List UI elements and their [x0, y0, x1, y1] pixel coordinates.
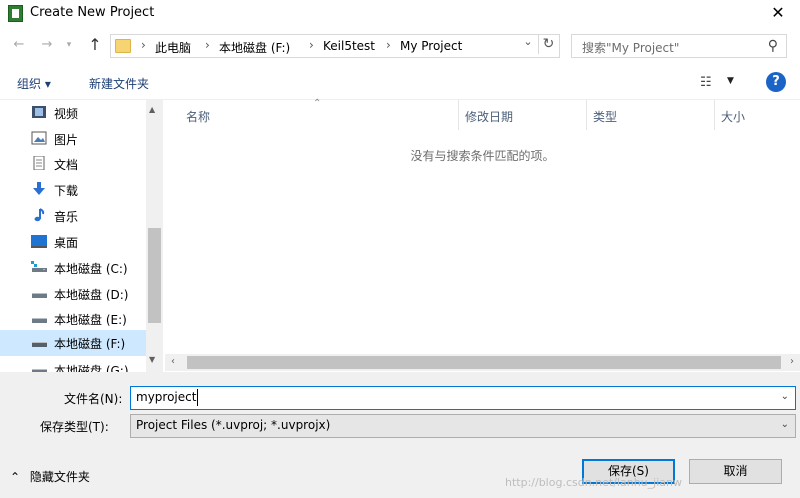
filetype-dropdown-chevron-icon[interactable]: ⌄	[781, 419, 789, 430]
sidebar-item-downloads[interactable]: 下载	[0, 177, 146, 203]
desktop-icon	[31, 235, 47, 248]
sidebar-scrollbar-thumb[interactable]	[148, 228, 161, 323]
sidebar-item-label: 音乐	[54, 210, 79, 224]
text-caret	[197, 389, 198, 406]
view-dropdown-icon[interactable]: ▼	[727, 76, 734, 86]
drive-icon	[32, 293, 47, 298]
sidebar-item-label: 桌面	[54, 236, 79, 250]
breadcrumb-separator-icon: ›	[386, 38, 391, 52]
breadcrumb-separator-icon: ›	[141, 38, 146, 52]
column-header-type[interactable]: 类型	[593, 108, 617, 125]
hide-folders-toggle[interactable]: ⌃ 隐藏文件夹	[10, 468, 90, 485]
download-icon	[33, 182, 45, 195]
sidebar-item-pictures[interactable]: 图片	[0, 126, 146, 152]
filename-input[interactable]: myproject ⌄	[130, 386, 796, 410]
scroll-up-arrow-icon[interactable]: ▲	[149, 105, 155, 114]
folder-icon	[115, 39, 131, 53]
sidebar-item-label: 本地磁盘 (C:)	[54, 262, 128, 276]
column-header-name[interactable]: 名称	[186, 108, 210, 125]
sidebar-item-music[interactable]: 音乐	[0, 203, 146, 229]
up-arrow-icon[interactable]: ↑	[86, 36, 104, 54]
sidebar-item-label: 视频	[54, 107, 79, 121]
sidebar-item-videos[interactable]: 视频	[0, 100, 146, 126]
organize-menu[interactable]: 组织 ▾	[17, 75, 51, 92]
sidebar-scrollbar[interactable]: ▲ ▼	[146, 100, 163, 372]
save-form: 文件名(N): myproject ⌄ 保存类型(T): Project Fil…	[0, 372, 800, 498]
file-list-pane: ⌃ 名称 修改日期 类型 大小 没有与搜索条件匹配的项。 ‹ ›	[165, 98, 800, 372]
address-dropdown-chevron-icon[interactable]: ⌄	[520, 35, 536, 53]
horizontal-scrollbar-thumb[interactable]	[187, 356, 781, 369]
search-placeholder: 搜索"My Project"	[582, 41, 680, 55]
new-folder-button[interactable]: 新建文件夹	[89, 75, 149, 92]
chevron-up-icon: ⌃	[10, 470, 21, 484]
recent-chevron-down-icon[interactable]: ▾	[60, 36, 78, 54]
sidebar-item-desktop[interactable]: 桌面	[0, 229, 146, 255]
cancel-button[interactable]: 取消	[689, 459, 782, 484]
breadcrumb-my-project[interactable]: My Project	[400, 39, 462, 53]
column-header-size[interactable]: 大小	[721, 108, 745, 125]
window-title: Create New Project	[30, 5, 155, 20]
sidebar-item-drive-g[interactable]: 本地磁盘 (G:)	[0, 357, 146, 372]
sidebar-item-label: 本地磁盘 (D:)	[54, 288, 129, 302]
sidebar-item-drive-d[interactable]: 本地磁盘 (D:)	[0, 281, 146, 307]
column-divider[interactable]	[458, 100, 459, 130]
scroll-down-arrow-icon[interactable]: ▼	[149, 355, 155, 364]
keil-app-icon	[8, 5, 23, 22]
scroll-left-arrow-icon[interactable]: ‹	[171, 356, 175, 367]
sidebar-item-label: 本地磁盘 (G:)	[54, 364, 129, 372]
filename-dropdown-chevron-icon[interactable]: ⌄	[781, 391, 789, 402]
empty-folder-message: 没有与搜索条件匹配的项。	[410, 149, 555, 163]
filetype-label: 保存类型(T):	[40, 420, 109, 434]
column-divider[interactable]	[714, 100, 715, 130]
sidebar-item-label: 本地磁盘 (E:)	[54, 313, 127, 327]
help-icon[interactable]: ?	[766, 72, 786, 92]
column-divider[interactable]	[586, 100, 587, 130]
horizontal-scrollbar[interactable]: ‹ ›	[165, 354, 800, 371]
breadcrumb-drive-f[interactable]: 本地磁盘 (F:)	[219, 39, 290, 56]
forward-arrow-icon[interactable]: →	[38, 36, 56, 54]
video-icon	[32, 106, 46, 118]
sort-ascending-icon: ⌃	[313, 98, 322, 109]
filetype-select[interactable]: Project Files (*.uvproj; *.uvprojx) ⌄	[130, 414, 796, 438]
sidebar-item-label: 下载	[54, 184, 79, 198]
command-toolbar: 组织 ▾ 新建文件夹 ☷ ▼ ?	[0, 64, 800, 100]
search-input[interactable]: 搜索"My Project" ⚲	[571, 34, 787, 58]
refresh-icon[interactable]: ↻	[538, 34, 558, 54]
document-icon	[33, 156, 45, 170]
title-bar: Create New Project ✕	[0, 0, 800, 28]
filename-label: 文件名(N):	[64, 392, 123, 406]
drive-icon	[32, 318, 47, 323]
breadcrumb-this-pc[interactable]: 此电脑	[155, 39, 191, 56]
navigation-pane: 视频 图片 文档 下载 音乐 桌面 本地磁盘 (C:) 本地磁盘 (D:) 本地…	[0, 100, 164, 372]
sidebar-item-drive-e[interactable]: 本地磁盘 (E:)	[0, 306, 146, 332]
sidebar-item-drive-c[interactable]: 本地磁盘 (C:)	[0, 255, 146, 281]
sidebar-item-drive-f[interactable]: 本地磁盘 (F:)	[0, 330, 146, 356]
sidebar-item-label: 本地磁盘 (F:)	[54, 337, 126, 351]
search-icon[interactable]: ⚲	[768, 38, 778, 54]
scroll-right-arrow-icon[interactable]: ›	[790, 356, 794, 367]
music-icon	[34, 208, 45, 222]
filetype-value: Project Files (*.uvproj; *.uvprojx)	[136, 418, 331, 432]
breadcrumb-separator-icon: ›	[309, 38, 314, 52]
blog-watermark: http://blog.csdn.net/lanhu_jianw	[505, 476, 682, 489]
breadcrumb-separator-icon: ›	[205, 38, 210, 52]
sidebar-item-documents[interactable]: 文档	[0, 151, 146, 177]
close-button[interactable]: ✕	[766, 3, 790, 23]
filename-value: myproject	[136, 390, 197, 404]
drive-icon	[32, 369, 47, 372]
breadcrumb-keil5test[interactable]: Keil5test	[323, 39, 375, 53]
address-bar[interactable]: › 此电脑 › 本地磁盘 (F:) › Keil5test › My Proje…	[110, 34, 560, 58]
column-header-date-modified[interactable]: 修改日期	[465, 108, 513, 125]
sidebar-item-label: 文档	[54, 158, 79, 172]
back-arrow-icon[interactable]: ←	[10, 36, 28, 54]
view-details-icon[interactable]: ☷	[700, 75, 712, 90]
drive-icon	[31, 261, 47, 272]
sidebar-item-label: 图片	[54, 133, 79, 147]
picture-icon	[31, 131, 47, 145]
hide-folders-label: 隐藏文件夹	[29, 470, 90, 484]
drive-icon	[32, 342, 47, 347]
